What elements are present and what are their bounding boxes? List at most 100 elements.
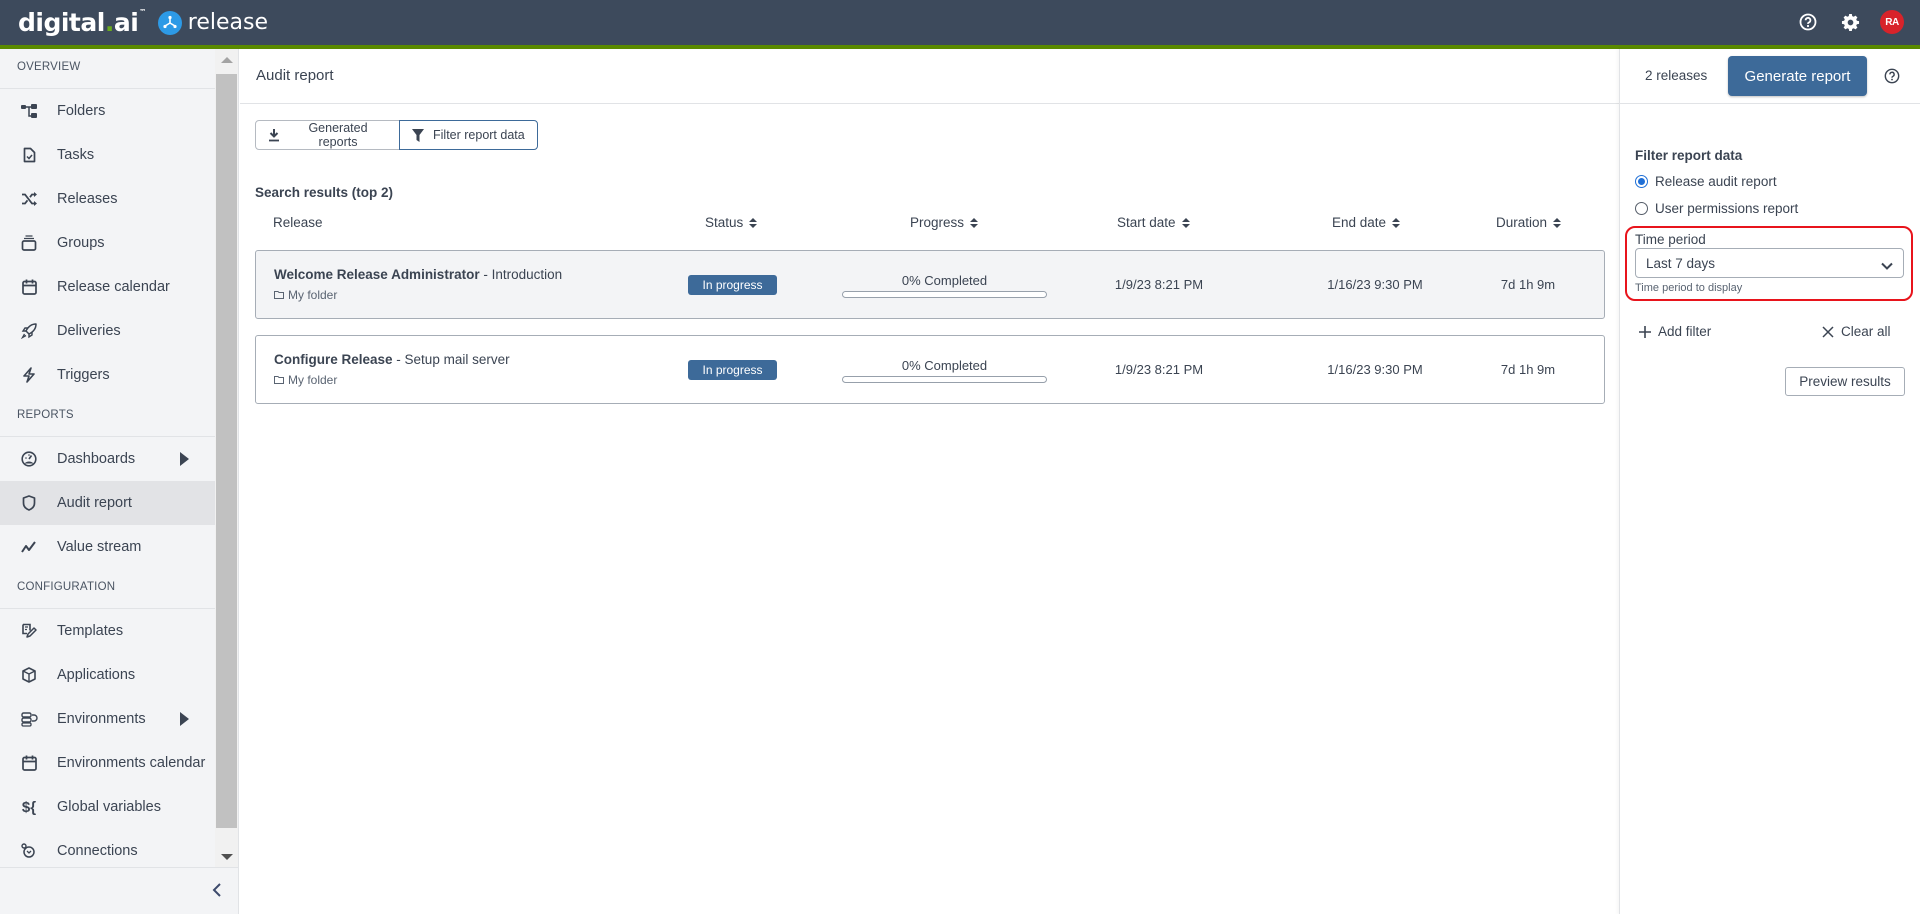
applications-icon (20, 666, 38, 684)
section-configuration: CONFIGURATION (0, 569, 215, 609)
sidebar-item-triggers[interactable]: Triggers (0, 353, 215, 397)
collapse-sidebar-button[interactable] (207, 880, 227, 900)
environments-icon (20, 710, 38, 728)
sort-icon (1181, 217, 1190, 228)
status-badge: In progress (688, 360, 777, 380)
column-header-release: Release (273, 215, 323, 230)
sidebar-item-connections[interactable]: Connections (0, 829, 215, 867)
sidebar-item-label: Tasks (57, 147, 95, 163)
close-icon (1822, 325, 1834, 338)
sidebar-item-label: Releases (57, 191, 118, 207)
table-row[interactable]: Configure Release - Setup mail server My… (255, 335, 1605, 404)
column-header-status[interactable]: Status (705, 215, 758, 230)
preview-results-button[interactable]: Preview results (1785, 367, 1905, 396)
folder-icon (274, 376, 284, 384)
filter-report-data-label: Filter report data (433, 128, 525, 142)
sidebar-item-templates[interactable]: Templates (0, 609, 215, 653)
sidebar-item-label: Environments (57, 711, 146, 727)
help-icon[interactable] (1796, 10, 1820, 34)
scrollbar-thumb[interactable] (216, 74, 237, 828)
variables-icon: ${ (21, 798, 37, 816)
brand-logo[interactable]: digital.ai™ release (18, 8, 268, 37)
sidebar-item-environments[interactable]: Environments (0, 697, 215, 741)
release-logo-icon (157, 10, 182, 35)
groups-icon (20, 234, 38, 252)
time-period-label: Time period (1635, 232, 1706, 247)
table-row[interactable]: Welcome Release Administrator - Introduc… (255, 250, 1605, 319)
sidebar-item-applications[interactable]: Applications (0, 653, 215, 697)
radio-user-permissions-report[interactable]: User permissions report (1635, 201, 1798, 216)
sidebar-item-global-variables[interactable]: ${ Global variables (0, 785, 215, 829)
release-name: Configure Release - Setup mail server (274, 352, 510, 367)
end-date: 1/16/23 9:30 PM (1327, 362, 1423, 377)
time-period-select[interactable]: Last 7 days (1635, 248, 1904, 278)
user-avatar[interactable]: RA (1880, 10, 1904, 34)
section-reports: REPORTS (0, 397, 215, 437)
plus-icon (1639, 325, 1651, 338)
lightning-icon (20, 366, 38, 384)
radio-button[interactable] (1635, 202, 1648, 215)
sidebar-item-label: Triggers (57, 367, 110, 383)
download-icon (268, 128, 280, 142)
release-name: Welcome Release Administrator - Introduc… (274, 267, 563, 282)
results-title: Search results (top 2) (255, 185, 394, 200)
progress-label: 0% Completed (901, 273, 988, 288)
start-date: 1/9/23 8:21 PM (1114, 277, 1204, 292)
filter-report-data-button[interactable]: Filter report data (399, 120, 538, 150)
filter-panel-content: Filter report data Release audit report … (1619, 137, 1920, 914)
sidebar-item-label: Value stream (57, 539, 142, 555)
expand-caret-icon[interactable] (180, 712, 189, 726)
sidebar-item-audit-report[interactable]: Audit report (0, 481, 215, 525)
rocket-icon (20, 322, 38, 340)
sidebar-item-folders[interactable]: Folders (0, 89, 215, 133)
sidebar-item-dashboards[interactable]: Dashboards (0, 437, 215, 481)
radio-button-selected[interactable] (1635, 175, 1648, 188)
chevron-down-icon (1881, 258, 1893, 273)
clear-all-button[interactable]: Clear all (1822, 324, 1891, 339)
sidebar-item-value-stream[interactable]: Value stream (0, 525, 215, 569)
sidebar-item-releases[interactable]: Releases (0, 177, 215, 221)
folder-icon (274, 291, 284, 299)
sort-icon (970, 217, 979, 228)
sidebar: OVERVIEW Folders Tasks Releases Groups R… (0, 49, 239, 914)
dashboard-icon (20, 450, 38, 468)
sidebar-item-groups[interactable]: Groups (0, 221, 215, 265)
sidebar-item-tasks[interactable]: Tasks (0, 133, 215, 177)
sidebar-scrollbar[interactable] (215, 49, 238, 867)
generated-reports-button[interactable]: Generated reports (255, 120, 400, 150)
releases-icon (20, 190, 38, 208)
add-filter-button[interactable]: Add filter (1639, 324, 1711, 339)
duration: 7d 1h 9m (1500, 362, 1556, 377)
scroll-down-arrow-icon[interactable] (221, 854, 233, 860)
gear-icon[interactable] (1838, 10, 1862, 34)
templates-icon (20, 622, 38, 640)
value-stream-icon (20, 538, 38, 556)
scroll-up-arrow-icon[interactable] (221, 57, 233, 63)
filter-icon (412, 128, 424, 142)
time-period-value: Last 7 days (1646, 255, 1716, 271)
table-header: Release Status Progress Start date End d… (255, 215, 1605, 235)
column-header-start-date[interactable]: Start date (1117, 215, 1190, 230)
folders-icon (20, 102, 38, 120)
sidebar-item-label: Connections (57, 843, 138, 859)
release-folder: My folder (274, 373, 337, 387)
sidebar-item-deliveries[interactable]: Deliveries (0, 309, 215, 353)
sidebar-item-label: Audit report (57, 495, 132, 511)
column-header-end-date[interactable]: End date (1332, 215, 1401, 230)
sidebar-item-label: Dashboards (57, 451, 136, 467)
sidebar-item-label: Folders (57, 103, 106, 119)
sidebar-item-label: Groups (57, 235, 105, 251)
sidebar-item-environments-calendar[interactable]: Environments calendar (0, 741, 215, 785)
digital-ai-logo: digital.ai™ (18, 8, 146, 37)
sidebar-item-release-calendar[interactable]: Release calendar (0, 265, 215, 309)
status-badge: In progress (688, 275, 777, 295)
progress-label: 0% Completed (901, 358, 988, 373)
column-header-progress[interactable]: Progress (910, 215, 979, 230)
sidebar-item-label: Environments calendar (57, 755, 206, 771)
radio-release-audit-report[interactable]: Release audit report (1635, 174, 1777, 189)
report-view-toggle: Generated reports Filter report data (255, 120, 538, 150)
column-header-duration[interactable]: Duration (1496, 215, 1562, 230)
expand-caret-icon[interactable] (180, 452, 189, 466)
filter-panel-title: Filter report data (1635, 148, 1743, 163)
sidebar-item-label: Templates (57, 623, 124, 639)
